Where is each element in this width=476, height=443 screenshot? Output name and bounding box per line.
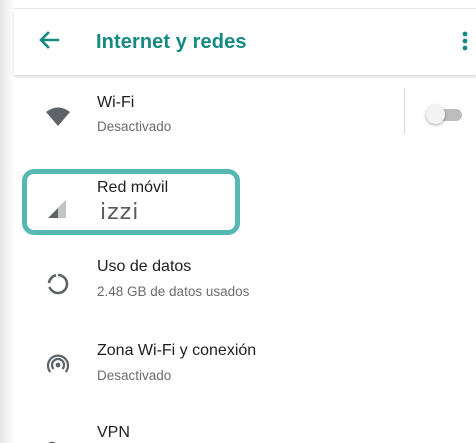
toolbar: Internet y redes	[14, 8, 476, 75]
hotspot-icon	[46, 354, 70, 373]
data-usage-detail: 2.48 GB de datos usados	[97, 284, 250, 299]
hotspot-status: Desactivado	[97, 368, 172, 383]
more-options-button[interactable]	[460, 26, 470, 56]
wifi-status: Desactivado	[97, 119, 172, 134]
vertical-divider	[404, 88, 405, 134]
list-item-data-usage[interactable]: Uso de datos 2.48 GB de datos usados	[14, 246, 476, 330]
wifi-icon	[46, 107, 70, 126]
vpn-key-icon	[48, 441, 56, 443]
data-usage-label: Uso de datos	[97, 258, 192, 275]
page-title: Internet y redes	[96, 31, 247, 53]
data-usage-icon	[47, 273, 69, 295]
settings-screen: Internet y redes Wi-Fi Desactivado Red m…	[0, 0, 476, 443]
wifi-label: Wi-Fi	[97, 94, 135, 111]
back-button[interactable]	[34, 25, 64, 55]
more-vert-icon	[462, 31, 468, 51]
list-item-hotspot[interactable]: Zona Wi-Fi y conexión Desactivado	[14, 330, 476, 414]
list-item-vpn[interactable]: VPN	[14, 414, 476, 443]
arrow-back-icon	[39, 31, 60, 49]
hotspot-label: Zona Wi-Fi y conexión	[97, 342, 257, 359]
wifi-toggle[interactable]	[424, 104, 464, 126]
left-edge-shadow	[0, 0, 14, 443]
toggle-thumb	[426, 105, 445, 124]
highlight-box	[22, 169, 240, 235]
vpn-label: VPN	[97, 424, 130, 441]
list-item-wifi[interactable]: Wi-Fi Desactivado	[14, 80, 476, 166]
